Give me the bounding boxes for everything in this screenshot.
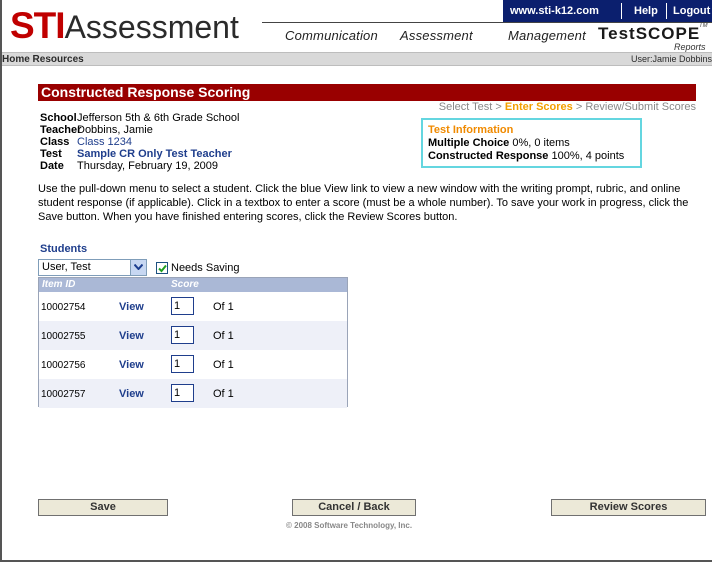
teacher-label: Teacher — [40, 124, 82, 136]
school-label: School — [40, 112, 77, 124]
header: STIAssessment www.sti-k12.com Help Logou… — [2, 0, 712, 52]
max-score: Of 1 — [213, 359, 234, 371]
multiple-choice-label: Multiple Choice — [428, 137, 510, 149]
current-user: User:Jamie Dobbins — [630, 54, 712, 64]
sub-nav-bar: Home Resources User:Jamie Dobbins — [2, 52, 712, 66]
testscope-reports-label[interactable]: Reports — [674, 42, 706, 52]
max-score: Of 1 — [213, 330, 234, 342]
chevron-down-icon[interactable] — [130, 260, 146, 275]
logo-assessment: Assessment — [64, 9, 239, 45]
test-value: Sample CR Only Test Teacher — [77, 148, 232, 160]
max-score: Of 1 — [213, 301, 234, 313]
logout-link[interactable]: Logout — [673, 5, 710, 17]
table-row: 10002754 View Of 1 — [39, 292, 347, 321]
needs-saving-label: Needs Saving — [171, 262, 240, 274]
constructed-response-value: 100%, 4 points — [551, 150, 625, 162]
save-button[interactable]: Save — [38, 499, 168, 516]
checkbox-checked-icon[interactable] — [156, 262, 168, 274]
view-link[interactable]: View — [119, 359, 144, 371]
multiple-choice-value: 0%, 0 items — [512, 137, 570, 149]
cancel-back-button[interactable]: Cancel / Back — [292, 499, 416, 516]
student-dropdown[interactable]: User, Test — [38, 259, 147, 276]
test-label: Test — [40, 148, 62, 160]
help-link[interactable]: Help — [634, 5, 658, 17]
constructed-response-label: Constructed Response — [428, 150, 549, 162]
student-dropdown-value: User, Test — [42, 261, 91, 273]
breadcrumb-separator: > — [575, 101, 583, 113]
tab-communication[interactable]: Communication — [285, 28, 378, 43]
view-link[interactable]: View — [119, 301, 144, 313]
column-header-item-id: Item ID — [42, 279, 76, 290]
class-value: Class 1234 — [77, 136, 133, 148]
breadcrumb-enter-scores: Enter Scores — [504, 101, 573, 113]
table-row: 10002756 View Of 1 — [39, 350, 347, 379]
date-label: Date — [40, 160, 64, 172]
breadcrumb-select-test: Select Test — [438, 101, 493, 113]
score-input[interactable] — [171, 355, 194, 373]
review-scores-button[interactable]: Review Scores — [551, 499, 706, 516]
divider — [666, 3, 667, 19]
tab-testscope[interactable]: TestSCOPE — [598, 24, 700, 44]
divider — [621, 3, 622, 19]
multiple-choice-row: Multiple Choice 0%, 0 items — [428, 137, 635, 150]
tab-assessment[interactable]: Assessment — [400, 28, 473, 43]
score-input[interactable] — [171, 326, 194, 344]
instructions-text: Use the pull-down menu to select a stude… — [38, 183, 689, 223]
page-title: Constructed Response Scoring — [38, 84, 696, 101]
test-information-title: Test Information — [428, 124, 514, 136]
test-information-box: Test Information Multiple Choice 0%, 0 i… — [421, 118, 642, 168]
students-label: Students — [40, 243, 88, 255]
copyright-notice: © 2008 Software Technology, Inc. — [286, 521, 413, 530]
constructed-response-row: Constructed Response 100%, 4 points — [428, 150, 635, 163]
score-input[interactable] — [171, 297, 194, 315]
column-header-score: Score — [171, 279, 199, 290]
tab-management[interactable]: Management — [508, 28, 586, 43]
score-table: Item ID Score 10002754 View Of 1 1000275… — [38, 277, 348, 408]
date-value: Thursday, February 19, 2009 — [77, 160, 219, 172]
item-id: 10002756 — [41, 360, 86, 371]
item-id: 10002757 — [41, 389, 86, 400]
table-header: Item ID Score — [39, 278, 347, 292]
testscope-trademark: TM — [699, 23, 708, 29]
view-link[interactable]: View — [119, 388, 144, 400]
logo-sti: STI — [10, 5, 66, 46]
top-links-bar: www.sti-k12.com Help Logout — [503, 0, 712, 22]
breadcrumb-separator: > — [495, 101, 502, 113]
breadcrumb-review-submit: Review/Submit Scores — [585, 101, 696, 113]
table-row: 10002757 View Of 1 — [39, 379, 347, 408]
site-link[interactable]: www.sti-k12.com — [510, 5, 599, 17]
view-link[interactable]: View — [119, 330, 144, 342]
item-id: 10002754 — [41, 302, 86, 313]
home-resources-link[interactable]: Home Resources — [2, 54, 84, 65]
teacher-value: Dobbins, Jamie — [77, 124, 153, 136]
score-input[interactable] — [171, 384, 194, 402]
breadcrumb: Select Test > Enter Scores > Review/Subm… — [439, 101, 696, 113]
header-rule — [262, 22, 712, 23]
school-value: Jefferson 5th & 6th Grade School — [77, 112, 240, 124]
table-row: 10002755 View Of 1 — [39, 321, 347, 350]
class-label: Class — [40, 136, 70, 148]
sti-assessment-logo: STIAssessment — [10, 6, 239, 46]
item-id: 10002755 — [41, 331, 86, 342]
max-score: Of 1 — [213, 388, 234, 400]
